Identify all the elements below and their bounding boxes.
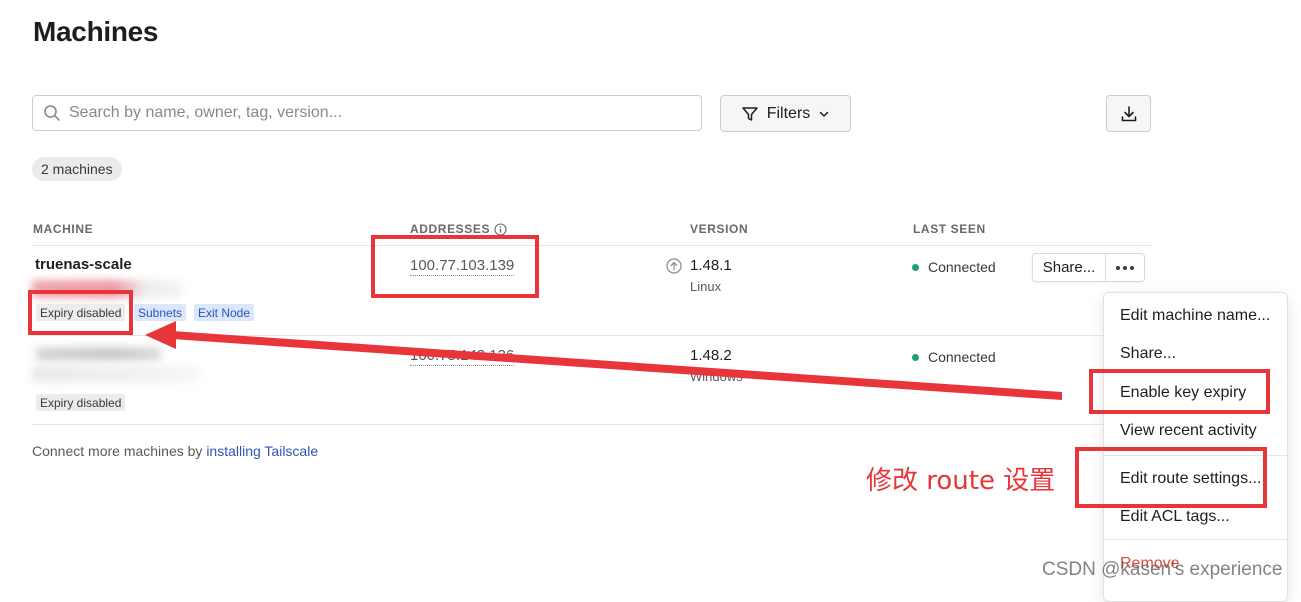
tag-expiry-disabled: Expiry disabled — [36, 304, 126, 321]
chevron-down-icon — [820, 111, 829, 117]
column-header-last-seen[interactable]: LAST SEEN — [913, 222, 986, 236]
more-actions-button[interactable] — [1106, 254, 1144, 281]
connected-dot-icon — [912, 263, 919, 271]
download-button[interactable] — [1106, 95, 1151, 132]
machine-address[interactable]: 100.77.103.139 — [410, 257, 515, 276]
column-header-addresses[interactable]: ADDRESSES — [410, 222, 507, 236]
tag-subnets: Subnets — [134, 304, 187, 321]
column-header-version[interactable]: VERSION — [690, 222, 748, 236]
machine-count-badge: 2 machines — [32, 157, 122, 181]
page-title: Machines — [33, 16, 159, 47]
filters-button[interactable]: Filters — [720, 95, 851, 132]
row-actions: Share... — [1032, 253, 1145, 282]
share-button[interactable]: Share... — [1033, 254, 1106, 281]
table-bottom-divider — [32, 424, 1152, 425]
machine-context-menu: Edit machine name... Share... Enable key… — [1103, 292, 1288, 602]
menu-item-edit-machine-name[interactable]: Edit machine name... — [1120, 307, 1270, 325]
more-horizontal-icon — [1116, 265, 1134, 270]
filters-label: Filters — [766, 104, 811, 122]
menu-divider — [1104, 455, 1287, 456]
filter-icon — [741, 106, 758, 121]
search-icon — [44, 105, 60, 121]
machine-address[interactable]: 100.75.143.136 — [410, 347, 515, 366]
machine-name[interactable]: truenas-scale — [35, 256, 132, 273]
install-tailscale-link[interactable]: installing Tailscale — [206, 443, 318, 459]
status-indicator: Connected — [912, 349, 996, 365]
watermark-text: CSDN @kasen's experience — [1042, 559, 1283, 580]
search-box[interactable] — [32, 95, 702, 131]
search-input[interactable] — [67, 103, 671, 123]
download-icon — [1121, 105, 1136, 121]
menu-item-edit-acl-tags[interactable]: Edit ACL tags... — [1120, 508, 1230, 526]
footer-text: Connect more machines by — [32, 443, 207, 459]
annotation-label: 修改 route 设置 — [866, 466, 1056, 496]
column-header-machine[interactable]: MACHINE — [33, 222, 93, 236]
redacted-owner — [32, 365, 200, 383]
machine-os: Windows — [690, 369, 743, 384]
column-header-label: MACHINE — [33, 222, 94, 236]
status-label: Connected — [928, 349, 996, 365]
update-available-icon[interactable] — [666, 258, 682, 274]
column-header-label: LAST SEEN — [913, 222, 986, 236]
row-divider — [32, 335, 1152, 336]
status-label: Connected — [928, 259, 996, 275]
column-header-label: VERSION — [690, 222, 749, 236]
connected-dot-icon — [912, 353, 919, 361]
machine-version: 1.48.1 — [690, 257, 732, 274]
tag-expiry-disabled: Expiry disabled — [36, 394, 126, 411]
redacted-machine-name — [36, 347, 161, 361]
info-icon[interactable] — [494, 222, 507, 236]
machine-version: 1.48.2 — [690, 347, 732, 364]
menu-item-enable-key-expiry[interactable]: Enable key expiry — [1120, 384, 1246, 402]
table-header-divider — [32, 245, 1152, 246]
tag-exit-node: Exit Node — [194, 304, 255, 321]
connect-more-text: Connect more machines by installing Tail… — [32, 443, 318, 459]
status-indicator: Connected — [912, 259, 996, 275]
menu-divider — [1104, 539, 1287, 540]
menu-item-edit-route-settings[interactable]: Edit route settings... — [1120, 470, 1261, 488]
menu-item-share[interactable]: Share... — [1120, 345, 1176, 363]
menu-item-view-recent-activity[interactable]: View recent activity — [1120, 422, 1257, 440]
redacted-owner — [32, 280, 182, 298]
machine-os: Linux — [690, 279, 722, 294]
column-header-label: ADDRESSES — [410, 222, 491, 236]
